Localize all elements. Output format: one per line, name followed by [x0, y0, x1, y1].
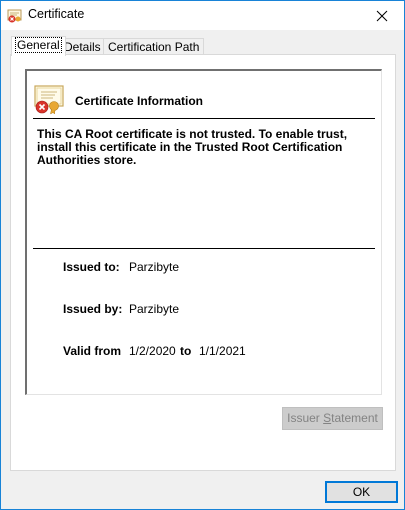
valid-from-value: 1/2/2020: [129, 344, 176, 358]
certificate-error-icon: [7, 9, 22, 23]
certificate-info-box: Certificate Information This CA Root cer…: [25, 69, 382, 395]
issued-to-row: Issued to: Parzibyte: [63, 260, 179, 274]
divider: [33, 118, 375, 119]
ok-button[interactable]: OK: [325, 481, 398, 503]
issuer-statement-suffix: tatement: [331, 411, 378, 425]
issued-by-value: Parzibyte: [129, 302, 180, 316]
general-tab-panel: Certificate Information This CA Root cer…: [10, 54, 396, 471]
certificate-information-heading: Certificate Information: [75, 94, 204, 108]
certificate-untrusted-icon: [34, 85, 64, 115]
tab-certification-path-label: Certification Path: [108, 40, 200, 54]
issuer-statement-button[interactable]: Issuer Statement: [282, 407, 383, 430]
valid-to-label: to: [180, 344, 192, 358]
tab-details[interactable]: Details: [59, 38, 106, 55]
close-button[interactable]: [359, 1, 404, 30]
close-icon: [376, 10, 387, 21]
issued-to-label: Issued to:: [63, 260, 120, 274]
valid-from-label: Valid from: [63, 344, 122, 358]
tab-general-label: General: [15, 37, 62, 53]
issuer-statement-prefix: Issuer: [287, 411, 324, 425]
valid-to-value: 1/1/2021: [199, 344, 246, 358]
issued-by-label: Issued by:: [63, 302, 123, 316]
tab-details-label: Details: [64, 40, 101, 54]
issued-to-value: Parzibyte: [129, 260, 180, 274]
title-bar: Certificate: [1, 1, 404, 30]
certificate-dialog: Certificate General Details Certificatio…: [0, 0, 405, 510]
trust-warning-text: This CA Root certificate is not trusted.…: [37, 127, 348, 167]
tab-certification-path[interactable]: Certification Path: [103, 38, 205, 55]
window-title: Certificate: [28, 7, 85, 21]
tab-general[interactable]: General: [11, 36, 66, 56]
ok-button-label: OK: [352, 485, 371, 499]
validity-row: Valid from 1/2/2020 to 1/1/2021: [63, 344, 246, 358]
divider: [33, 248, 375, 249]
issuer-statement-accel: S: [323, 411, 332, 425]
issued-by-row: Issued by: Parzibyte: [63, 302, 179, 316]
